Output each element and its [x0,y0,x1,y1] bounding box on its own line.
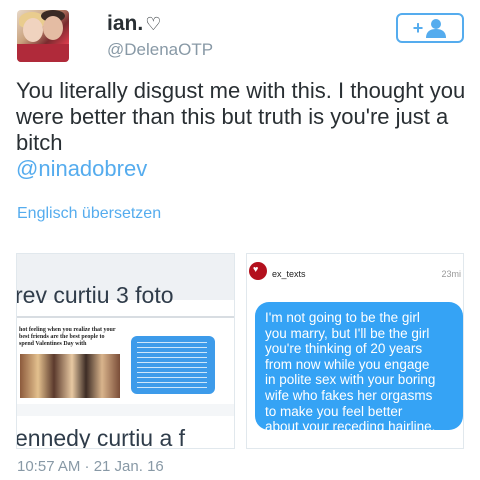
mention-link[interactable]: @ninadobrev [16,156,147,181]
avatar[interactable] [17,10,69,62]
message-line: you're thinking of 20 years [265,341,423,357]
message-line: about your receding hairline. [265,419,436,435]
tweet-text: You literally disgust me with this. I th… [16,78,466,182]
divider [17,316,234,318]
avatar-face-right [43,16,63,40]
follow-button[interactable]: + [396,13,464,43]
article-headline-top: rev curtiu 3 foto [16,282,174,308]
instagram-username: ex_texts [272,269,306,279]
avatar-clothing [17,44,69,62]
message-line: to make you feel better [265,403,403,419]
group-photo [20,354,120,398]
avatar-face-left [23,18,43,42]
heart-icon: ♥ [253,264,259,274]
translate-link[interactable]: Englisch übersetzen [17,205,161,223]
message-line: I'm not going to be the girl [265,310,420,325]
message-bubble: I'm not going to be the girl you marry, … [255,302,463,434]
tweet-body: You literally disgust me with this. I th… [16,78,466,155]
embedded-text-lines [137,342,207,388]
instagram-time: 23mi [441,269,461,279]
article-headline-bottom: ennedy curtiu a f [16,425,186,449]
message-line: in polite sex with your boring [265,372,436,388]
display-name[interactable]: ian. ♡ [107,12,161,36]
tweet-timestamp[interactable]: 10:57 AM · 21 Jan. 16 [17,458,164,475]
heart-icon: ♡ [145,14,162,34]
person-icon [426,19,447,38]
media-image-left[interactable]: rev curtiu 3 foto hot feeling when you r… [16,253,235,449]
media-image-right[interactable]: ♥ ex_texts 23mi I'm not going to be the … [246,253,464,449]
plus-icon: + [412,18,424,38]
message-line: from now while you engage [265,356,430,372]
instagram-avatar: ♥ [249,262,267,280]
display-name-text: ian. [107,12,144,35]
thumbnail-strip [17,404,234,416]
user-handle[interactable]: @DelenaOTP [107,40,213,60]
message-line: wife who fakes her orgasms [265,387,433,403]
article-caption: hot feeling when you realize that your b… [19,327,116,347]
message-line: you marry, but I'll be the girl [265,325,430,341]
